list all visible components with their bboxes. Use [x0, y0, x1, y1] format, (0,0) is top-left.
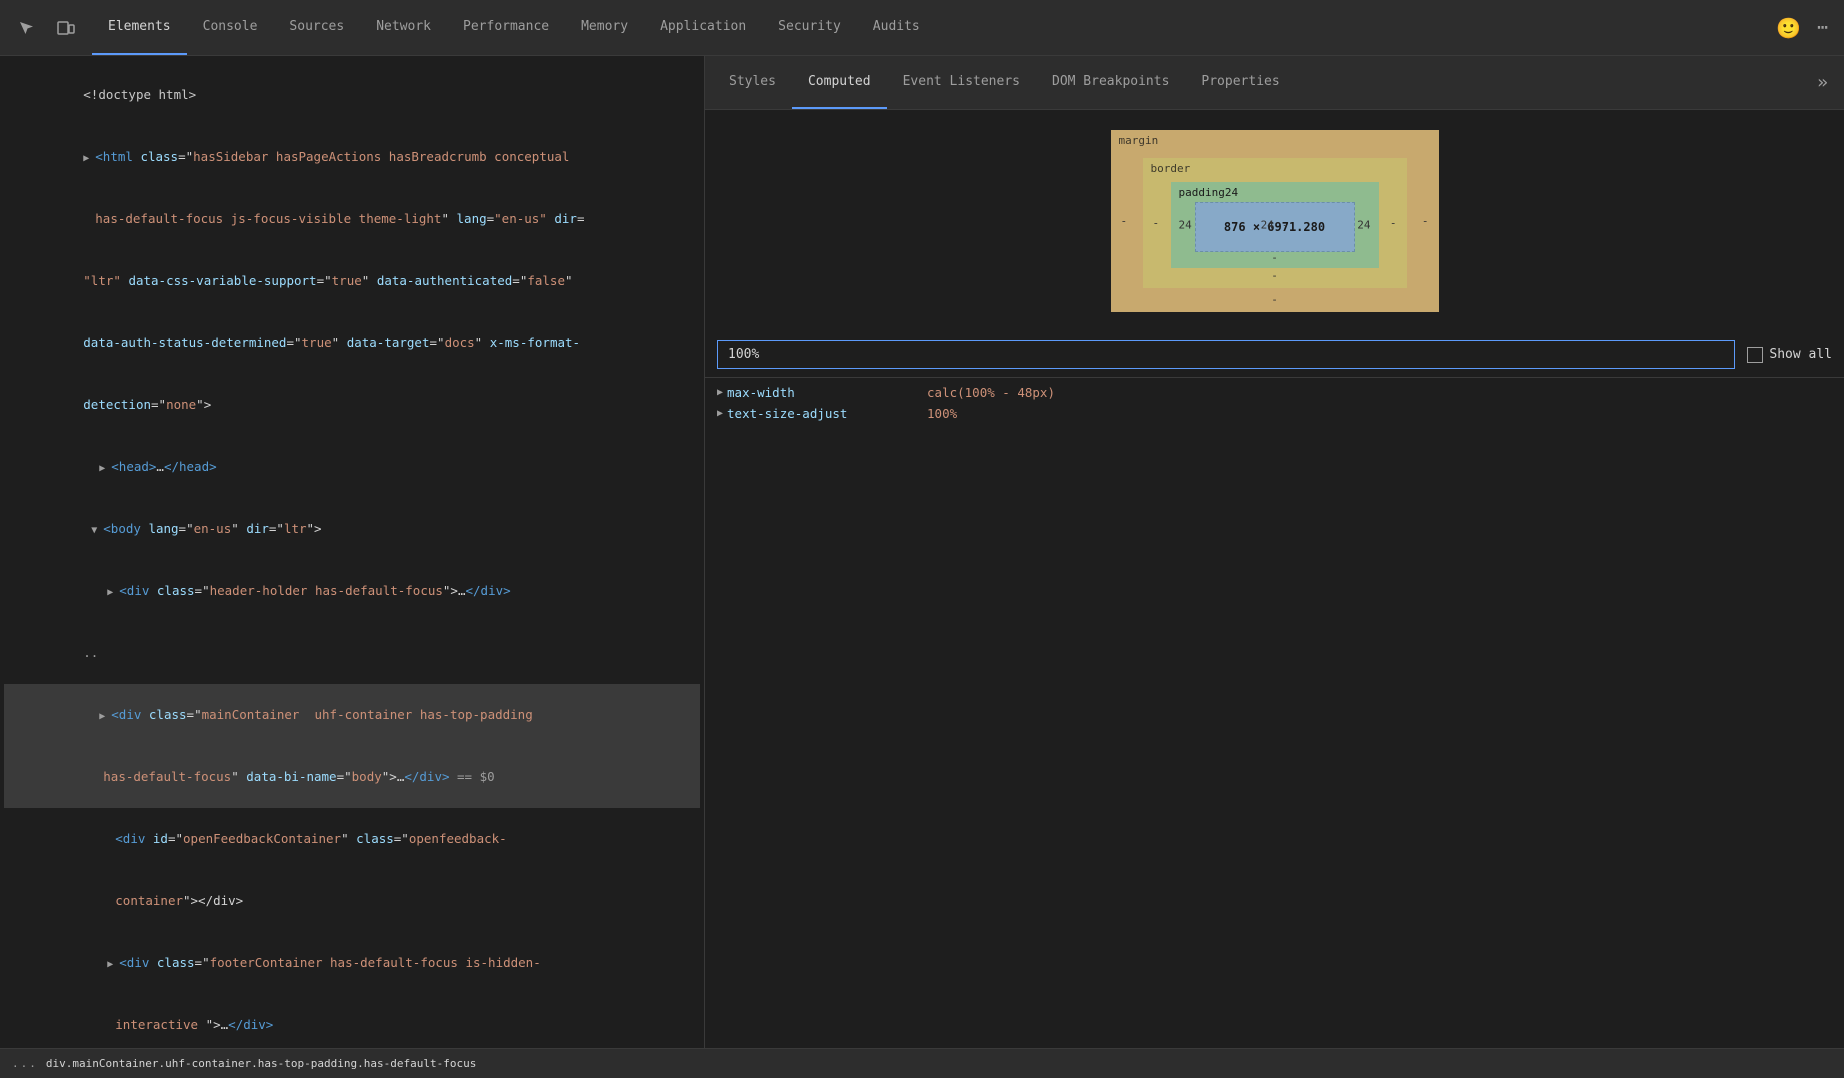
- status-bar: ... div.mainContainer.uhf-container.has-…: [0, 1048, 1844, 1078]
- box-margin: margin - - - border - - - padding24 24: [1111, 130, 1439, 312]
- prop-arrow-text-size-adjust[interactable]: ▶: [717, 408, 723, 419]
- dom-tree: <!doctype html> ▶<html class="hasSidebar…: [0, 56, 704, 1048]
- status-breadcrumb: div.mainContainer.uhf-container.has-top-…: [46, 1057, 476, 1070]
- elements-panel: <!doctype html> ▶<html class="hasSidebar…: [0, 56, 705, 1048]
- tab-elements[interactable]: Elements: [92, 0, 187, 55]
- toolbar-icons: [8, 10, 84, 46]
- status-dots: ...: [12, 1057, 38, 1070]
- tab-event-listeners[interactable]: Event Listeners: [887, 56, 1036, 109]
- prop-name-max-width: max-width: [727, 385, 927, 400]
- dom-line-feedback-div[interactable]: <div id="openFeedbackContainer" class="o…: [4, 808, 700, 870]
- dom-line-html-attrs4: detection="none">: [4, 374, 700, 436]
- dom-line-html-open[interactable]: ▶<html class="hasSidebar hasPageActions …: [4, 126, 700, 188]
- main-area: <!doctype html> ▶<html class="hasSidebar…: [0, 56, 1844, 1048]
- prop-value-text-size-adjust: 100%: [927, 406, 1832, 421]
- tab-security[interactable]: Security: [762, 0, 857, 55]
- dom-line-doctype[interactable]: <!doctype html>: [4, 64, 700, 126]
- border-dash-left: -: [1153, 217, 1160, 230]
- panel-tabs: Styles Computed Event Listeners DOM Brea…: [705, 56, 1844, 110]
- padding-mid: 24 -: [1261, 219, 1289, 232]
- tab-computed[interactable]: Computed: [792, 56, 887, 109]
- css-prop-text-size-adjust[interactable]: ▶ text-size-adjust 100%: [705, 403, 1844, 424]
- css-properties-list: ▶ max-width calc(100% - 48px) ▶ text-siz…: [705, 378, 1844, 1048]
- html-content[interactable]: <!doctype html> ▶<html class="hasSidebar…: [0, 56, 704, 1048]
- tab-performance[interactable]: Performance: [447, 0, 565, 55]
- tab-application[interactable]: Application: [644, 0, 762, 55]
- tab-styles[interactable]: Styles: [713, 56, 792, 109]
- feedback-emoji[interactable]: 🙂: [1776, 16, 1801, 40]
- tab-memory[interactable]: Memory: [565, 0, 644, 55]
- margin-dash-right: -: [1422, 215, 1429, 228]
- css-prop-max-width[interactable]: ▶ max-width calc(100% - 48px): [705, 382, 1844, 403]
- filter-bar: Show all: [705, 332, 1844, 378]
- show-all-container[interactable]: Show all: [1747, 347, 1832, 363]
- tab-console[interactable]: Console: [187, 0, 274, 55]
- dom-line-body-open[interactable]: ▼<body lang="en-us" dir="ltr">: [4, 498, 700, 560]
- box-padding: padding24 24 24 - 24 - 876 × 6971.280: [1171, 182, 1379, 268]
- toolbar-right: 🙂 ⋯: [1776, 16, 1836, 40]
- padding-left-value: 24: [1179, 219, 1192, 232]
- margin-dash-bottom: -: [1271, 293, 1278, 306]
- dom-line-feedback-div-2: container"></div>: [4, 870, 700, 932]
- tab-audits[interactable]: Audits: [857, 0, 936, 55]
- more-panel-tabs[interactable]: »: [1809, 72, 1836, 93]
- dom-line-html-attrs: has-default-focus js-focus-visible theme…: [4, 188, 700, 250]
- margin-label: margin: [1119, 134, 1159, 147]
- dom-line-head[interactable]: ▶<head>…</head>: [4, 436, 700, 498]
- border-dash-bottom: -: [1271, 269, 1278, 282]
- tab-properties[interactable]: Properties: [1185, 56, 1295, 109]
- main-tabs: Elements Console Sources Network Perform…: [92, 0, 936, 55]
- dom-line-dots: ..: [4, 622, 700, 684]
- prop-name-text-size-adjust: text-size-adjust: [727, 406, 927, 421]
- cursor-icon[interactable]: [8, 10, 44, 46]
- prop-arrow-max-width[interactable]: ▶: [717, 387, 723, 398]
- box-model-diagram: margin - - - border - - - padding24 24: [705, 110, 1844, 332]
- border-dash-right: -: [1390, 217, 1397, 230]
- dom-line-html-attrs3: data-auth-status-determined="true" data-…: [4, 312, 700, 374]
- dom-line-main-div-2: has-default-focus" data-bi-name="body">……: [4, 746, 700, 808]
- tab-network[interactable]: Network: [360, 0, 447, 55]
- right-panel: Styles Computed Event Listeners DOM Brea…: [705, 56, 1844, 1048]
- dom-line-footer-div[interactable]: ▶<div class="footerContainer has-default…: [4, 932, 700, 994]
- dom-line-footer-div-2: interactive ">…</div>: [4, 994, 700, 1048]
- margin-dash-left: -: [1121, 215, 1128, 228]
- dom-line-html-attrs2: "ltr" data-css-variable-support="true" d…: [4, 250, 700, 312]
- padding-label: padding24: [1179, 186, 1239, 199]
- border-label: border: [1151, 162, 1191, 175]
- dom-line-main-div[interactable]: ▶<div class="mainContainer uhf-container…: [4, 684, 700, 746]
- box-model: margin - - - border - - - padding24 24: [1111, 130, 1439, 312]
- prop-value-max-width: calc(100% - 48px): [927, 385, 1832, 400]
- padding-bottom-dash: -: [1271, 251, 1278, 264]
- device-toggle-icon[interactable]: [48, 10, 84, 46]
- tab-sources[interactable]: Sources: [273, 0, 360, 55]
- show-all-label[interactable]: Show all: [1769, 347, 1832, 362]
- more-menu[interactable]: ⋯: [1809, 17, 1836, 38]
- filter-input[interactable]: [717, 340, 1735, 369]
- padding-right-value: 24: [1357, 219, 1370, 232]
- tab-dom-breakpoints[interactable]: DOM Breakpoints: [1036, 56, 1185, 109]
- dom-line-header-div[interactable]: ▶<div class="header-holder has-default-f…: [4, 560, 700, 622]
- box-border: border - - - padding24 24 24 - 24: [1143, 158, 1407, 288]
- devtools-toolbar: Elements Console Sources Network Perform…: [0, 0, 1844, 56]
- show-all-checkbox[interactable]: [1747, 347, 1763, 363]
